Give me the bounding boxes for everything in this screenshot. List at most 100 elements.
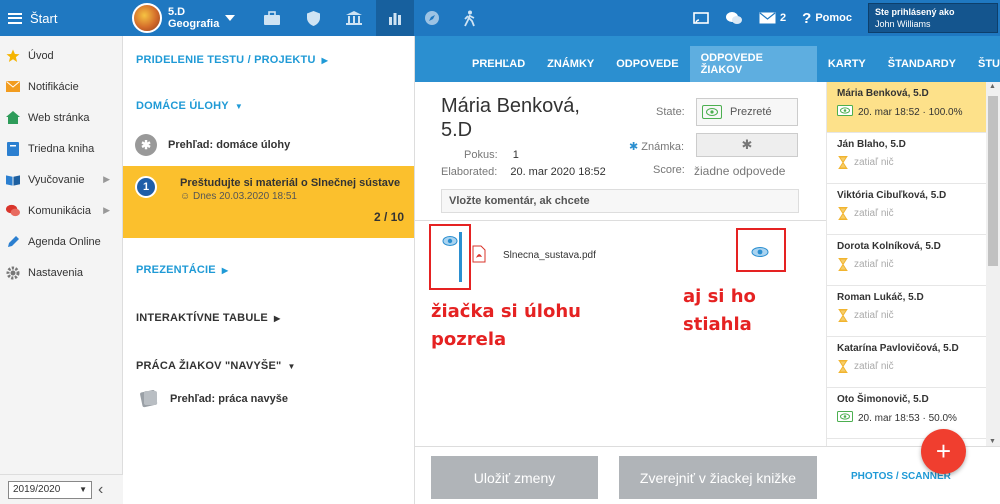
start-menu-button[interactable]: Štart <box>0 0 123 36</box>
house-icon <box>6 111 20 125</box>
save-changes-button[interactable]: Uložiť zmeny <box>431 456 598 499</box>
tab-odpovede[interactable]: ODPOVEDE <box>605 46 689 82</box>
scrollbar-thumb[interactable] <box>988 96 998 266</box>
top-bar: Štart 5.D Geografia 2 ? Pomoc Ste prihlá… <box>0 0 1000 36</box>
tab-znamky[interactable]: ZNÁMKY <box>536 46 605 82</box>
messages-button[interactable]: 2 <box>751 12 794 24</box>
shield-icon[interactable] <box>295 0 331 36</box>
sidebar-item-label: Nastavenia <box>28 266 84 279</box>
gear-icon: ✱ <box>629 141 639 153</box>
homework-number-badge: 1 <box>135 176 157 198</box>
gear-icon: ✱ <box>741 137 753 152</box>
student-name: Katarína Pavlovičová, 5.D <box>837 343 959 354</box>
statistics-icon[interactable] <box>376 0 414 36</box>
tab-studenti[interactable]: ŠTU <box>967 46 1000 82</box>
section-test-project[interactable]: PRIDELENIE TESTU / PROJEKTU ▶ <box>123 48 414 72</box>
annotation-viewed-text: žiačka si úlohu pozrela <box>431 298 581 354</box>
sidebar-item-triedna-kniha[interactable]: Triedna kniha <box>0 133 122 164</box>
homework-item-selected[interactable]: 1 Preštudujte si materiál o Slnečnej sús… <box>123 166 414 238</box>
eye-icon <box>837 105 853 119</box>
student-list-item[interactable]: Oto Šimonovič, 5.D 20. mar 18:53 · 50.0% <box>827 388 986 439</box>
user-account-menu[interactable]: Ste prihlásený ako John Williams <box>868 3 998 33</box>
student-list-scrollbar[interactable]: ▲ ▼ <box>986 82 1000 446</box>
sidebar-item-komunikacia[interactable]: Komunikácia ▶ <box>0 195 122 226</box>
sidebar-item-vyucovanie[interactable]: Vyučovanie ▶ <box>0 164 122 195</box>
student-status-text: zatiaľ nič <box>854 310 894 321</box>
annotation-box-downloaded <box>736 228 786 272</box>
student-name: Ján Blaho, 5.D <box>837 139 906 150</box>
score-label: Score: <box>653 164 685 176</box>
student-status: zatiaľ nič <box>837 309 986 322</box>
scroll-down-icon[interactable]: ▼ <box>989 438 996 445</box>
attachment-file-link[interactable]: Slnecna_sustava.pdf <box>503 250 596 261</box>
sidebar-footer: 2019/2020 ▼ ‹ <box>0 474 123 504</box>
tab-standardy[interactable]: ŠTANDARDY <box>877 46 967 82</box>
student-list-item[interactable]: Viktória Cibuľková, 5.D zatiaľ nič <box>827 184 986 235</box>
gear-icon: ✱ <box>135 134 157 156</box>
sidebar-item-web-stranka[interactable]: Web stránka <box>0 102 122 133</box>
section-label: PRIDELENIE TESTU / PROJEKTU <box>136 54 316 66</box>
section-label: PRÁCA ŽIAKOV "NAVYŠE" <box>136 360 282 372</box>
question-icon: ? <box>802 9 812 27</box>
compass-icon[interactable] <box>414 0 450 36</box>
hourglass-icon <box>837 156 849 169</box>
sidebar-item-uvod[interactable]: Úvod <box>0 40 122 71</box>
institution-icon[interactable] <box>336 0 372 36</box>
hourglass-icon <box>837 360 849 373</box>
homework-overview-item[interactable]: ✱ Prehľad: domáce úlohy <box>123 124 414 166</box>
section-presentations[interactable]: PREZENTÁCIE ▶ <box>123 258 414 282</box>
school-year-value: 2019/2020 <box>13 484 61 495</box>
walking-person-icon[interactable] <box>452 0 488 36</box>
sidebar-item-label: Vyučovanie <box>28 173 85 186</box>
student-status: zatiaľ nič <box>837 360 986 373</box>
student-list-item[interactable]: Dorota Kolníková, 5.D zatiaľ nič <box>827 235 986 286</box>
sidebar-item-notifikacie[interactable]: Notifikácie <box>0 71 122 102</box>
section-homework[interactable]: DOMÁCE ÚLOHY ▼ <box>123 94 414 118</box>
sidebar-item-nastavenia[interactable]: Nastavenia <box>0 257 122 288</box>
chevron-down-icon <box>225 15 236 21</box>
tab-bar: PREHĽAD ZNÁMKY ODPOVEDE ODPOVEDE ŽIAKOV … <box>415 36 1000 82</box>
chat-bubbles-icon[interactable] <box>717 11 751 26</box>
student-status: zatiaľ nič <box>837 258 986 271</box>
extra-work-overview-item[interactable]: Prehľad: práca navyše <box>123 378 414 420</box>
screen-share-icon[interactable] <box>685 11 717 25</box>
state-value: Prezreté <box>730 106 772 118</box>
section-extra-work[interactable]: PRÁCA ŽIAKOV "NAVYŠE" ▼ <box>123 354 414 378</box>
student-status-text: zatiaľ nič <box>854 157 894 168</box>
state-select[interactable]: Prezreté <box>696 98 798 126</box>
annotation-box-viewed <box>429 224 471 290</box>
student-list-item[interactable]: Mária Benková, 5.D 20. mar 18:52 · 100.0% <box>827 82 986 133</box>
school-year-select[interactable]: 2019/2020 ▼ <box>8 480 92 499</box>
collapse-sidebar-icon[interactable]: ‹ <box>98 481 103 499</box>
envelope-icon <box>759 12 776 24</box>
section-interactive-boards[interactable]: INTERAKTÍVNE TABULE ▶ <box>123 306 414 330</box>
pencil-icon <box>6 235 20 249</box>
scroll-up-icon[interactable]: ▲ <box>989 83 996 90</box>
student-list-item[interactable]: Ján Blaho, 5.D zatiaľ nič <box>827 133 986 184</box>
grade-select[interactable]: ✱ <box>696 133 798 157</box>
briefcase-icon[interactable] <box>254 0 290 36</box>
tab-prehlad[interactable]: PREHĽAD <box>461 46 536 82</box>
student-list-item[interactable]: Katarína Pavlovičová, 5.D zatiaľ nič <box>827 337 986 388</box>
login-title: Ste prihlásený ako <box>875 7 955 17</box>
sidebar-item-label: Komunikácia <box>28 204 91 217</box>
class-name: 5.D <box>168 6 186 18</box>
publish-button[interactable]: Zverejniť v žiackej knižke <box>619 456 817 499</box>
tab-karty[interactable]: KARTY <box>817 46 877 82</box>
submission-detail: Mária Benková, 5.D Pokus: 1 Elaborated: … <box>415 82 826 458</box>
chevron-down-icon: ▼ <box>287 361 296 371</box>
add-button[interactable]: + <box>921 429 966 474</box>
tab-odpovede-ziakov[interactable]: ODPOVEDE ŽIAKOV <box>689 46 817 82</box>
help-button[interactable]: ? Pomoc <box>794 10 868 27</box>
student-name: Dorota Kolníková, 5.D <box>837 241 941 252</box>
sidebar-item-agenda-online[interactable]: Agenda Online <box>0 226 122 257</box>
student-name: Mária Benková, 5.D <box>441 94 580 142</box>
comment-input[interactable]: Vložte komentár, ak chcete <box>441 189 799 213</box>
gear-icon <box>6 266 20 280</box>
student-status: zatiaľ nič <box>837 156 986 169</box>
student-status: zatiaľ nič <box>837 207 986 220</box>
chevron-right-icon: ▶ <box>103 205 110 215</box>
student-list-item[interactable]: Roman Lukáč, 5.D zatiaľ nič <box>827 286 986 337</box>
elaborated-label: Elaborated: <box>441 166 498 178</box>
class-selector[interactable]: 5.D Geografia <box>132 2 236 34</box>
